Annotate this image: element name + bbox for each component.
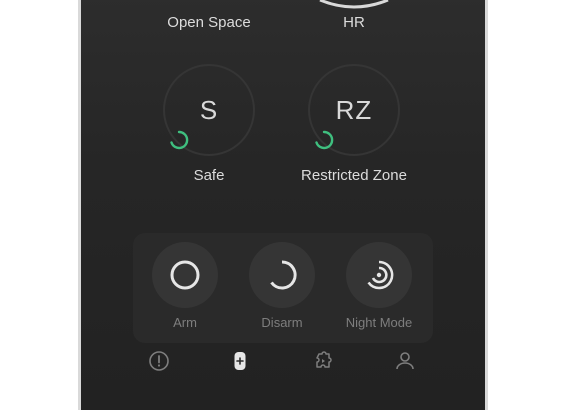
- zone-initials: RZ: [335, 94, 373, 125]
- arm-label: Arm: [173, 315, 197, 330]
- zone-label: HR: [343, 14, 365, 31]
- arm-button-circle[interactable]: [152, 242, 218, 308]
- alert-icon[interactable]: [147, 349, 171, 373]
- disarm-label: Disarm: [261, 315, 303, 330]
- zone-label: Open Space: [167, 14, 251, 31]
- app-screen: [78, 0, 488, 410]
- loading-spinner-icon: [315, 130, 334, 150]
- zone-circle: [319, 0, 389, 9]
- night-mode-icon: [367, 260, 394, 290]
- night-mode-button-circle[interactable]: [346, 242, 412, 308]
- night-mode-label: Night Mode: [345, 315, 413, 330]
- zone-label: Safe: [193, 167, 225, 184]
- circle-icon: [170, 260, 200, 290]
- partial-circle-icon: [270, 260, 297, 290]
- user-icon[interactable]: [393, 349, 417, 373]
- puzzle-icon[interactable]: [311, 349, 335, 373]
- loading-spinner-icon: [170, 130, 189, 150]
- zone-label: Restricted Zone: [301, 167, 407, 184]
- disarm-button-circle[interactable]: [249, 242, 315, 308]
- zone-initials: S: [199, 94, 219, 125]
- device-icon[interactable]: [228, 349, 252, 373]
